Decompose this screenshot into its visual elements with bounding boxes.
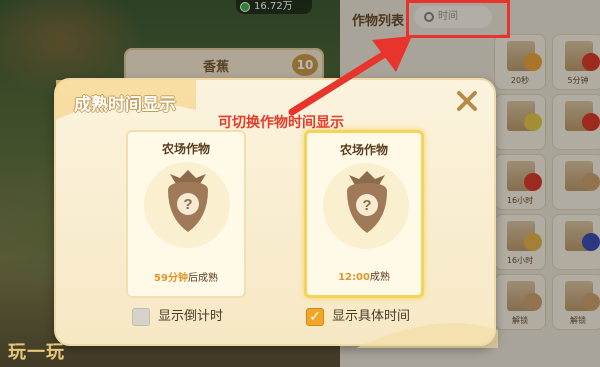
watermark: 玩一玩 <box>8 342 65 363</box>
annotation-arrow <box>288 36 412 116</box>
annotation-text: 可切换作物时间显示 <box>218 115 344 131</box>
